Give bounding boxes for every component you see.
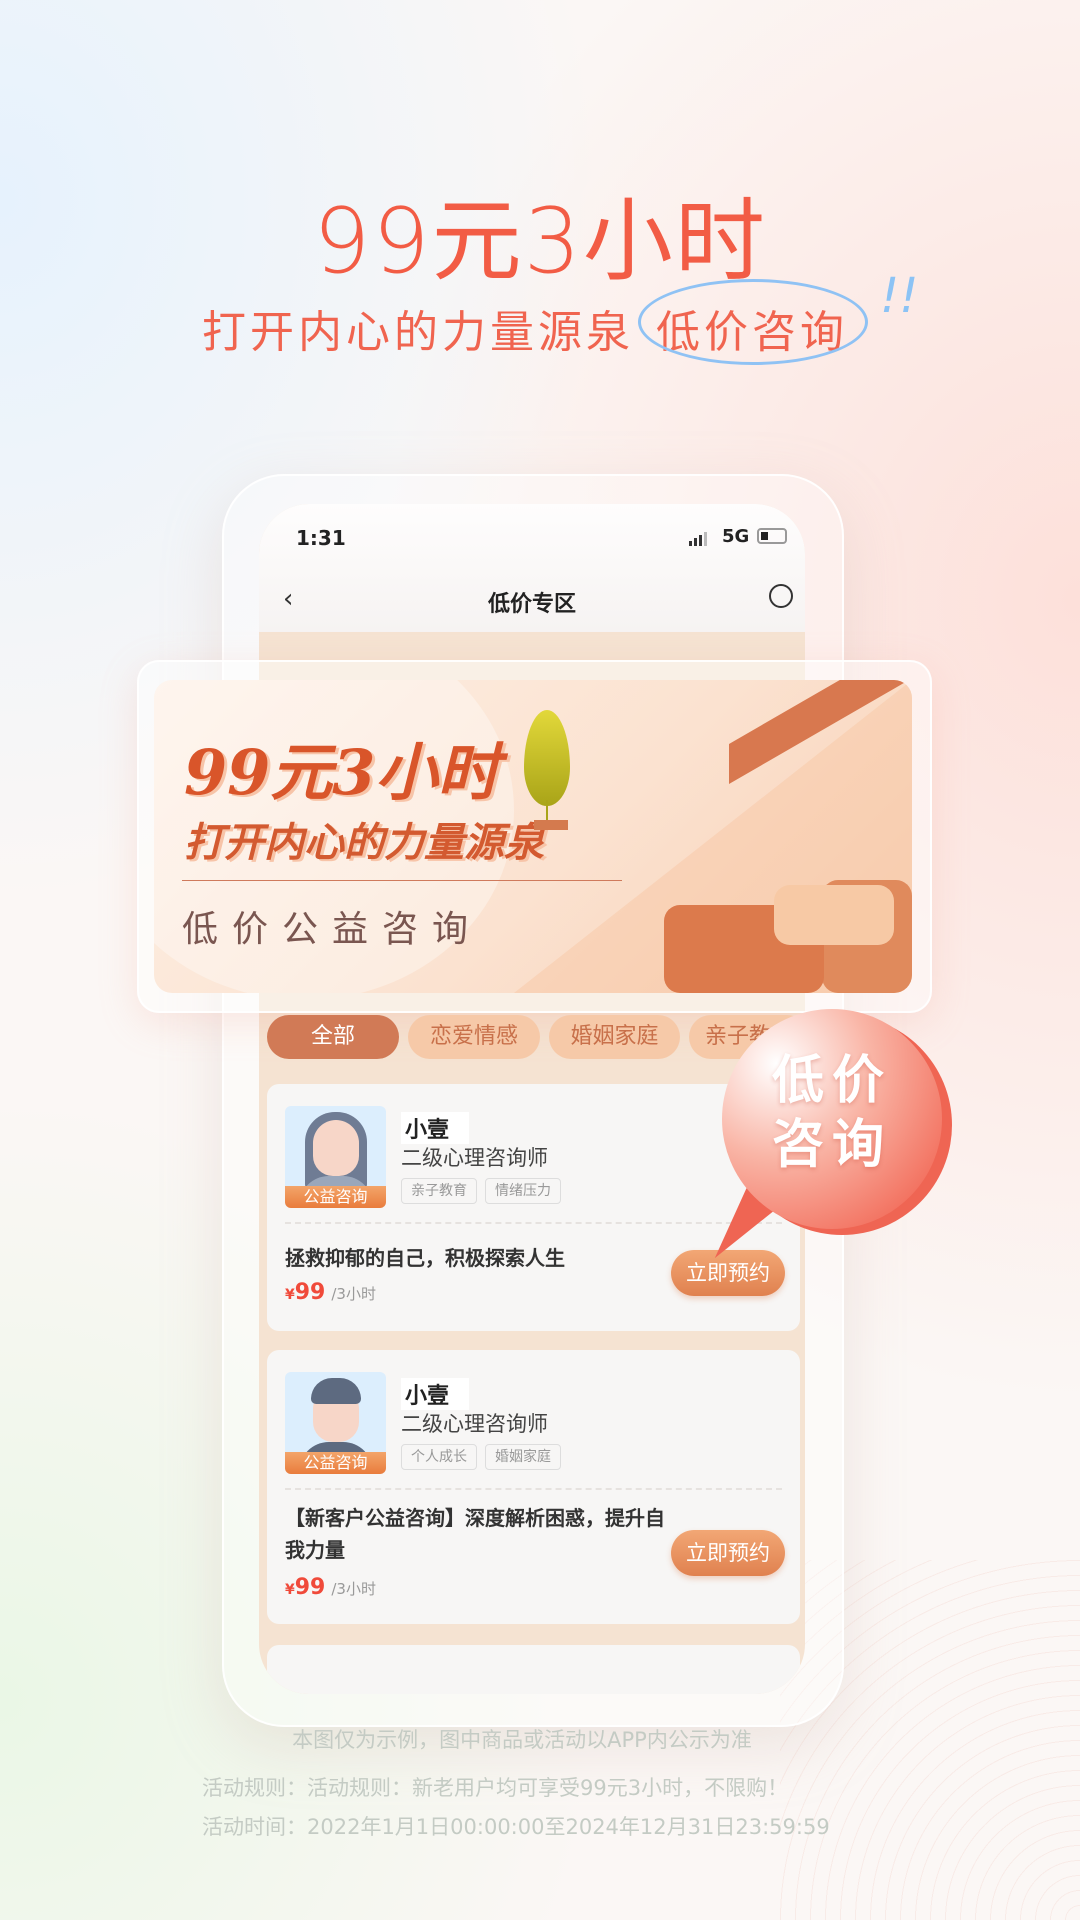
highlight-circle — [638, 279, 868, 365]
tag: 亲子教育 — [401, 1178, 477, 1204]
price-unit: /3小时 — [331, 1580, 376, 1598]
tag: 个人成长 — [401, 1444, 477, 1470]
tab-marriage[interactable]: 婚姻家庭 — [549, 1015, 680, 1059]
promo-bubble: 低价咨询 — [693, 1009, 952, 1272]
disclaimer: 本图仅为示例，图中商品或活动以APP内公示为准 — [292, 1728, 752, 1752]
exclamation-marks: !! — [880, 268, 919, 324]
counselor-role: 二级心理咨询师 — [401, 1146, 548, 1170]
counselor-role: 二级心理咨询师 — [401, 1412, 548, 1436]
network-label: 5G — [722, 526, 750, 547]
share-icon[interactable] — [769, 584, 793, 608]
sofa-cushion — [774, 885, 894, 945]
banner-divider — [182, 880, 622, 881]
service-title: 拯救抑郁的自己，积极探索人生 — [285, 1246, 565, 1270]
activity-rules: 活动规则：活动规则：新老用户均可享受99元3小时，不限购！ — [202, 1776, 789, 1800]
list-item-partial[interactable] — [267, 1645, 800, 1694]
tab-romance[interactable]: 恋爱情感 — [408, 1015, 540, 1059]
promo-banner[interactable]: 99元3小时 打开内心的力量源泉 低价公益咨询 — [154, 680, 912, 993]
tag: 情绪压力 — [485, 1178, 561, 1204]
tag: 婚姻家庭 — [485, 1444, 561, 1470]
category-tabs: 全部 恋爱情感 婚姻家庭 亲子教育 — [267, 1015, 800, 1059]
signal-icon — [689, 530, 707, 546]
counselor-name: 小壹 — [401, 1378, 470, 1410]
service-title: 【新客户公益咨询】深度解析困惑，提升自我力量 — [285, 1506, 665, 1562]
avatar: 公益咨询 — [285, 1372, 386, 1474]
currency: ¥ — [285, 1582, 295, 1598]
plant-pot — [534, 820, 568, 830]
page-title: 低价专区 — [487, 592, 576, 617]
banner-title: 99元3小时 — [184, 736, 500, 809]
avatar-badge: 公益咨询 — [285, 1186, 386, 1208]
banner-subtitle: 打开内心的力量源泉 — [184, 819, 544, 866]
avatar-face — [313, 1120, 359, 1176]
price: ¥99/3小时 — [285, 1575, 376, 1600]
avatar-badge: 公益咨询 — [285, 1452, 386, 1474]
book-now-button[interactable]: 立即预约 — [671, 1530, 785, 1576]
activity-time: 活动时间：2022年1月1日00:00:00至2024年12月31日23:59:… — [202, 1815, 830, 1839]
price-unit: /3小时 — [331, 1285, 376, 1303]
avatar: 公益咨询 — [285, 1106, 386, 1208]
price-value: 99 — [294, 1575, 326, 1600]
list-item[interactable]: 公益咨询 小壹 二级心理咨询师 个人成长 婚姻家庭 【新客户公益咨询】深度解析困… — [267, 1350, 800, 1624]
avatar-hair — [311, 1378, 361, 1404]
counselor-name: 小壹 — [401, 1112, 470, 1144]
top-bar: 1:31 5G ‹ 低价专区 — [259, 504, 805, 632]
banner-caption: 低价公益咨询 — [182, 909, 483, 950]
bubble-text: 低价咨询 — [771, 1051, 892, 1175]
currency: ¥ — [285, 1287, 295, 1303]
divider — [285, 1488, 782, 1490]
subtitle-text: 打开内心的力量源泉 — [202, 307, 634, 358]
status-time: 1:31 — [296, 526, 346, 550]
battery-icon — [757, 528, 787, 544]
plant-stem — [546, 800, 548, 820]
price-value: 99 — [294, 1280, 326, 1305]
price: ¥99/3小时 — [285, 1280, 376, 1305]
tab-all[interactable]: 全部 — [267, 1015, 399, 1059]
